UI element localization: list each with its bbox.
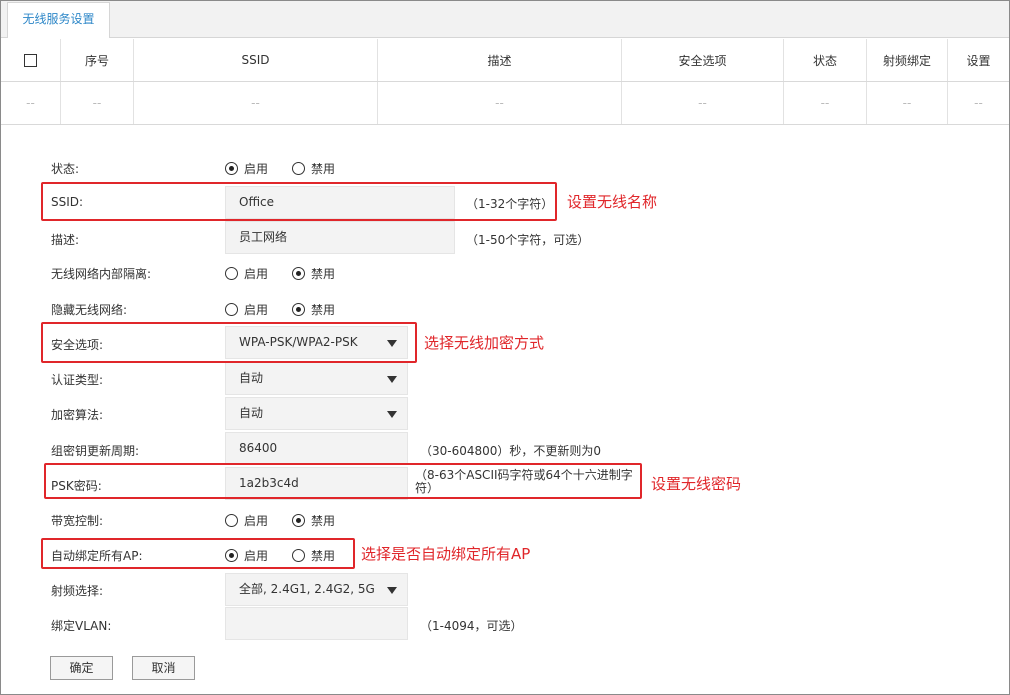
radio-label: 启用 [244,303,269,317]
security-highlight-box [41,322,417,363]
isolation-enable-radio[interactable]: 启用 [225,265,268,282]
window-frame: 无线服务设置 序号 SSID 描述 安全选项 状态 射频绑定 设置 -- -- … [0,0,1010,695]
tab-bar: 无线服务设置 [1,1,1009,38]
table-cell: -- [1,82,61,124]
select-all-checkbox[interactable] [24,53,37,67]
status-label: 状态: [51,162,80,176]
vlan-input[interactable] [225,607,408,640]
auth-type-label: 认证类型: [51,373,104,387]
psk-highlight-box [44,463,642,499]
autobind-annotation: 选择是否自动绑定所有AP [361,545,531,563]
radio-band-select[interactable]: 全部, 2.4G1, 2.4G2, 5G [225,573,408,606]
table-row: -- -- -- -- -- -- -- -- [1,82,1009,125]
col-header-desc: 描述 [378,39,622,81]
bandwidth-disable-radio[interactable]: 禁用 [292,512,335,529]
isolation-disable-radio[interactable]: 禁用 [292,265,335,282]
radio-dot [225,514,238,527]
col-header-status: 状态 [784,39,867,81]
table-header: 序号 SSID 描述 安全选项 状态 射频绑定 设置 [1,39,1009,82]
table-cell: -- [134,82,378,124]
bandwidth-enable-radio[interactable]: 启用 [225,512,268,529]
table-cell: -- [974,96,983,110]
vlan-label: 绑定VLAN: [51,619,112,633]
radio-dot [292,162,305,175]
chevron-down-icon [387,411,397,418]
table-cell: -- [61,82,134,124]
radio-dot [292,514,305,527]
radio-dot [225,267,238,280]
select-all-cell [1,39,61,81]
vlan-hint: （1-4094，可选） [420,619,523,633]
hide-disable-radio[interactable]: 禁用 [292,301,335,318]
tab-wireless-service[interactable]: 无线服务设置 [7,2,110,38]
isolation-label: 无线网络内部隔离: [51,267,152,281]
col-header-ssid: SSID [134,39,378,81]
rekey-input[interactable]: 86400 [225,432,408,465]
radio-label: 禁用 [311,303,336,317]
select-value: 自动 [239,371,264,385]
radio-label: 禁用 [311,267,336,281]
radio-label: 启用 [244,267,269,281]
table-cell: -- [867,82,948,124]
rekey-hint: （30-604800）秒，不更新则为0 [420,444,602,458]
radio-label: 禁用 [311,514,336,528]
radio-select-label: 射频选择: [51,584,104,598]
ssid-highlight-box [41,182,557,221]
status-enable-radio[interactable]: 启用 [225,160,268,177]
desc-label: 描述: [51,233,80,247]
status-disable-radio[interactable]: 禁用 [292,160,335,177]
ssid-annotation: 设置无线名称 [567,193,658,211]
cipher-select[interactable]: 自动 [225,397,408,430]
radio-label: 启用 [244,162,269,176]
col-header-security: 安全选项 [622,39,784,81]
radio-label: 禁用 [311,162,336,176]
col-header-radio-bind: 射频绑定 [867,39,948,81]
select-value: 全部, 2.4G1, 2.4G2, 5G [239,582,375,596]
table-cell: -- [378,82,622,124]
hide-ssid-label: 隐藏无线网络: [51,303,128,317]
radio-label: 启用 [244,514,269,528]
cipher-label: 加密算法: [51,408,104,422]
psk-annotation: 设置无线密码 [651,475,742,493]
chevron-down-icon [387,376,397,383]
hide-enable-radio[interactable]: 启用 [225,301,268,318]
bandwidth-label: 带宽控制: [51,514,104,528]
desc-input[interactable]: 员工网络 [225,221,455,254]
auth-type-select[interactable]: 自动 [225,362,408,395]
radio-dot [292,267,305,280]
table-cell: -- [622,82,784,124]
autobind-highlight-box [41,538,355,569]
table-cell: -- [784,82,867,124]
col-header-index: 序号 [61,39,134,81]
ok-button[interactable]: 确定 [50,656,113,680]
security-annotation: 选择无线加密方式 [424,334,545,352]
cancel-button[interactable]: 取消 [132,656,195,680]
select-value: 自动 [239,406,264,420]
desc-hint: （1-50个字符，可选） [466,233,590,247]
rekey-label: 组密钥更新周期: [51,444,140,458]
radio-dot [292,303,305,316]
chevron-down-icon [387,587,397,594]
radio-dot [225,303,238,316]
col-header-settings: 设置 [966,53,991,68]
radio-dot [225,162,238,175]
